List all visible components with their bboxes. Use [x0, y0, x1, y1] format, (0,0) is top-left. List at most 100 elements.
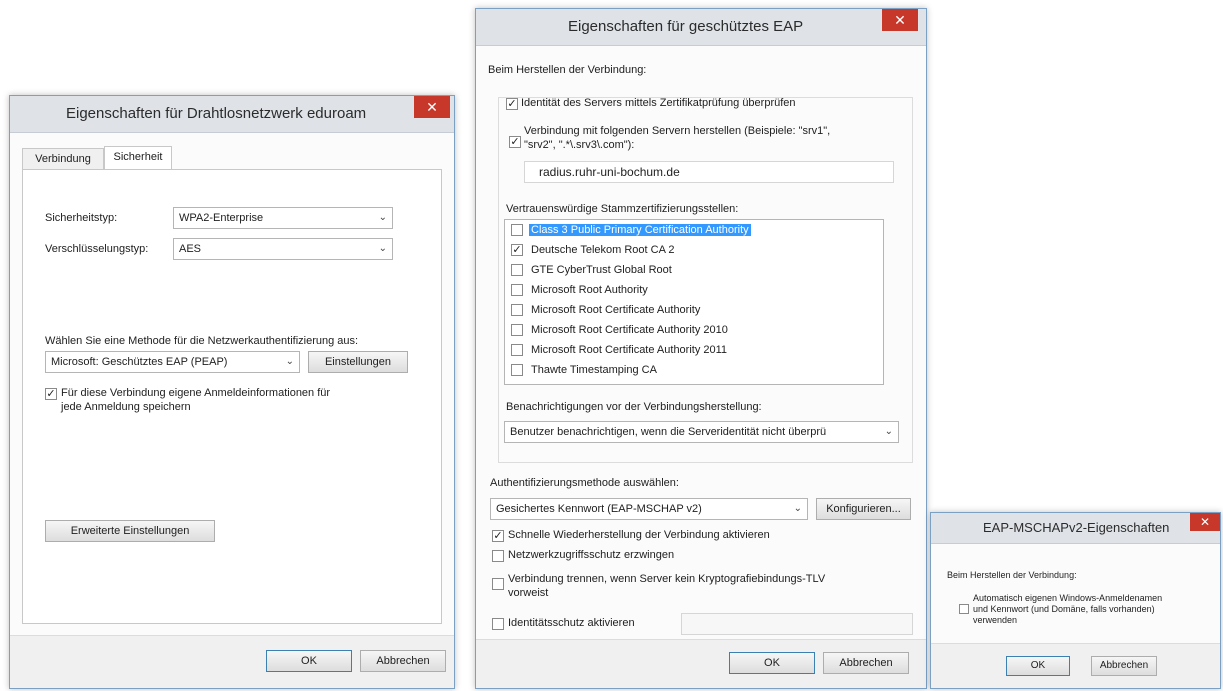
- settings-button[interactable]: Einstellungen: [308, 351, 408, 373]
- encryption-type-value: AES: [179, 243, 202, 255]
- verify-identity-label: Identität des Servers mittels Zertifikat…: [521, 97, 796, 109]
- remember-credentials-label-line2: jede Anmeldung speichern: [61, 401, 191, 413]
- auto-windows-logon-line2: und Kennwort (und Domäne, falls vorhande…: [973, 604, 1155, 614]
- close-icon[interactable]: ✕: [1190, 513, 1220, 531]
- ca-checkbox[interactable]: [511, 344, 523, 356]
- fast-reconnect-checkbox[interactable]: ✓: [492, 530, 504, 542]
- list-item[interactable]: Microsoft Root Certificate Authority 201…: [511, 321, 811, 340]
- trusted-ca-list[interactable]: Class 3 Public Primary Certification Aut…: [504, 219, 884, 385]
- ca-checkbox[interactable]: [511, 224, 523, 236]
- peap-dialog-footer: OK Abbrechen: [476, 639, 926, 688]
- notify-select[interactable]: Benutzer benachrichtigen, wenn die Serve…: [504, 421, 899, 443]
- ok-button[interactable]: OK: [729, 652, 815, 674]
- checkmark-icon: ✓: [507, 98, 517, 110]
- remember-credentials-label-line1: Für diese Verbindung eigene Anmeldeinfor…: [61, 387, 331, 399]
- wireless-properties-dialog: Eigenschaften für Drahtlosnetzwerk eduro…: [9, 95, 455, 689]
- tab-sicherheit[interactable]: Sicherheit: [104, 146, 172, 170]
- nap-label: Netzwerkzugriffsschutz erzwingen: [508, 549, 675, 561]
- disconnect-label-line1: Verbindung trennen, wenn Server kein Kry…: [508, 573, 826, 585]
- chevron-down-icon: ⌄: [793, 503, 802, 514]
- security-tab-panel: Sicherheitstyp: WPA2-Enterprise ⌄ Versch…: [22, 169, 442, 624]
- ca-checkbox[interactable]: [511, 324, 523, 336]
- cancel-button[interactable]: Abbrechen: [360, 650, 446, 672]
- verify-identity-checkbox[interactable]: ✓: [506, 98, 518, 110]
- ca-name: Microsoft Root Certificate Authority: [531, 304, 701, 316]
- chevron-down-icon: ⌄: [884, 426, 893, 437]
- list-item[interactable]: Thawte Timestamping CA: [511, 361, 811, 380]
- advanced-settings-button[interactable]: Erweiterte Einstellungen: [45, 520, 215, 542]
- chevron-down-icon: ⌄: [378, 243, 387, 254]
- cancel-button[interactable]: Abbrechen: [1091, 656, 1157, 676]
- list-item[interactable]: ✓ Deutsche Telekom Root CA 2: [511, 241, 811, 260]
- ca-checkbox[interactable]: [511, 364, 523, 376]
- cancel-button[interactable]: Abbrechen: [823, 652, 909, 674]
- peap-dialog-titlebar: Eigenschaften für geschütztes EAP ✕: [476, 9, 926, 46]
- auto-windows-logon-line3: verwenden: [973, 615, 1018, 625]
- remember-credentials-checkbox[interactable]: ✓: [45, 388, 57, 400]
- ca-name: Microsoft Root Authority: [531, 284, 648, 296]
- auth-method-select-label: Authentifizierungsmethode auswählen:: [490, 477, 679, 489]
- ca-checkbox[interactable]: [511, 284, 523, 296]
- encryption-type-select[interactable]: AES ⌄: [173, 238, 393, 260]
- eap-method-select[interactable]: Gesichertes Kennwort (EAP-MSCHAP v2) ⌄: [490, 498, 808, 520]
- security-type-label: Sicherheitstyp:: [45, 212, 118, 224]
- chevron-down-icon: ⌄: [378, 212, 387, 223]
- fast-reconnect-label: Schnelle Wiederherstellung der Verbindun…: [508, 529, 770, 541]
- ok-button[interactable]: OK: [266, 650, 352, 672]
- checkmark-icon: ✓: [512, 244, 522, 256]
- server-name-input[interactable]: radius.ruhr-uni-bochum.de: [524, 161, 894, 183]
- close-icon[interactable]: ✕: [414, 96, 450, 118]
- ca-name: Class 3 Public Primary Certification Aut…: [529, 224, 751, 236]
- mschapv2-properties-dialog: EAP-MSCHAPv2-Eigenschaften ✕ Beim Herste…: [930, 512, 1221, 689]
- auth-method-value: Microsoft: Geschütztes EAP (PEAP): [51, 356, 228, 368]
- mschap-connecting-label: Beim Herstellen der Verbindung:: [947, 570, 1077, 580]
- ca-checkbox[interactable]: [511, 304, 523, 316]
- checkmark-icon: ✓: [46, 388, 56, 400]
- notify-value: Benutzer benachrichtigen, wenn die Serve…: [510, 426, 827, 438]
- list-item[interactable]: Microsoft Root Certificate Authority 201…: [511, 341, 811, 360]
- auth-method-select[interactable]: Microsoft: Geschütztes EAP (PEAP) ⌄: [45, 351, 300, 373]
- list-item[interactable]: Class 3 Public Primary Certification Aut…: [511, 221, 811, 240]
- nap-checkbox[interactable]: [492, 550, 504, 562]
- connect-servers-checkbox[interactable]: ✓: [509, 136, 521, 148]
- ca-checkbox[interactable]: ✓: [511, 244, 523, 256]
- peap-dialog-title: Eigenschaften für geschütztes EAP: [568, 18, 804, 35]
- checkmark-icon: ✓: [493, 530, 503, 542]
- list-item[interactable]: Microsoft Root Certificate Authority: [511, 301, 811, 320]
- peap-properties-dialog: Eigenschaften für geschütztes EAP ✕ Beim…: [475, 8, 927, 689]
- list-item[interactable]: GTE CyberTrust Global Root: [511, 261, 811, 280]
- security-type-value: WPA2-Enterprise: [179, 212, 264, 224]
- list-item[interactable]: Microsoft Root Authority: [511, 281, 811, 300]
- wireless-dialog-footer: OK Abbrechen: [10, 635, 454, 688]
- ca-name: Thawte Timestamping CA: [531, 364, 657, 376]
- identity-privacy-label: Identitätsschutz aktivieren: [508, 617, 635, 629]
- mschap-dialog-title: EAP-MSCHAPv2-Eigenschaften: [983, 520, 1170, 535]
- checkmark-icon: ✓: [510, 136, 520, 148]
- encryption-type-label: Verschlüsselungstyp:: [45, 243, 149, 255]
- auth-method-label: Wählen Sie eine Methode für die Netzwerk…: [45, 335, 359, 347]
- security-type-select[interactable]: WPA2-Enterprise ⌄: [173, 207, 393, 229]
- identity-privacy-input[interactable]: [681, 613, 913, 635]
- ca-name: GTE CyberTrust Global Root: [531, 264, 672, 276]
- connect-servers-label-line2: "srv2", ".*\.srv3\.com"):: [524, 139, 635, 151]
- configure-button[interactable]: Konfigurieren...: [816, 498, 911, 520]
- disconnect-label-line2: vorweist: [508, 587, 549, 599]
- mschap-dialog-footer: OK Abbrechen: [931, 643, 1220, 688]
- identity-privacy-checkbox[interactable]: [492, 618, 504, 630]
- close-icon[interactable]: ✕: [882, 9, 918, 31]
- connect-servers-label-line1: Verbindung mit folgenden Servern herstel…: [524, 125, 831, 137]
- ca-checkbox[interactable]: [511, 264, 523, 276]
- wireless-dialog-title: Eigenschaften für Drahtlosnetzwerk eduro…: [66, 105, 367, 122]
- tab-verbindung[interactable]: Verbindung: [22, 148, 104, 170]
- trusted-ca-label: Vertrauenswürdige Stammzertifizierungsst…: [506, 203, 739, 215]
- ok-button[interactable]: OK: [1006, 656, 1070, 676]
- eap-method-value: Gesichertes Kennwort (EAP-MSCHAP v2): [496, 503, 702, 515]
- chevron-down-icon: ⌄: [285, 356, 294, 367]
- ca-name: Microsoft Root Certificate Authority 201…: [531, 324, 728, 336]
- connecting-label: Beim Herstellen der Verbindung:: [488, 64, 647, 76]
- ca-name: Deutsche Telekom Root CA 2: [531, 244, 675, 256]
- mschap-dialog-titlebar: EAP-MSCHAPv2-Eigenschaften ✕: [931, 513, 1220, 544]
- auto-windows-logon-checkbox[interactable]: [959, 604, 969, 614]
- wireless-dialog-titlebar: Eigenschaften für Drahtlosnetzwerk eduro…: [10, 96, 454, 133]
- disconnect-checkbox[interactable]: [492, 578, 504, 590]
